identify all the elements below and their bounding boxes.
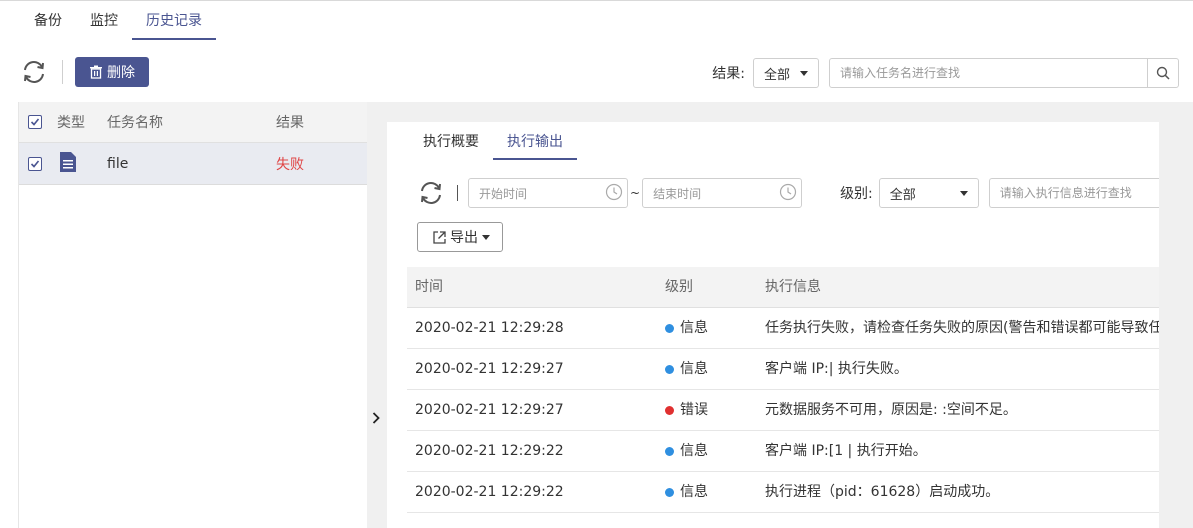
header-level: 级别 [665,279,693,295]
table-row: 2020-02-21 12:29:22 信息 客户端 IP:[1 | 执行开始。 [407,431,1159,472]
start-time-field[interactable]: 开始时间 [468,178,628,208]
log-table-header: 时间 级别 执行信息 [407,267,1159,308]
export-icon [432,230,447,245]
tab-summary[interactable]: 执行概要 [409,122,493,160]
log-table: 时间 级别 执行信息 2020-02-21 12:29:28 信息 任务执行失败… [407,267,1159,513]
result-filter-label: 结果: [712,66,745,82]
range-separator: ~ [630,186,641,200]
tab-history[interactable]: 历史记录 [132,0,216,40]
info-dot-icon [665,488,674,497]
log-level-text: 信息 [680,320,708,336]
main-tabs: 备份 监控 历史记录 [20,0,216,40]
log-message: 客户端 IP:| 执行失败。 [765,361,908,377]
error-dot-icon [665,406,674,415]
header-result: 结果 [276,115,304,131]
task-filter: 结果: 全部 [712,58,1179,88]
chevron-down-icon [482,234,490,240]
end-time-field[interactable]: 结束时间 [642,178,803,208]
task-list-panel: 类型 任务名称 结果 file 失败 [18,102,367,528]
toolbar-divider [62,60,63,84]
info-dot-icon [665,365,674,374]
level-select[interactable]: 全部 [878,178,979,208]
file-icon [59,151,77,177]
select-all-checkbox[interactable] [28,115,42,129]
detail-card: 执行概要 执行输出 开始时间 ~ 结束时间 级别: 全部 请输入执行信息进行查找… [387,122,1159,528]
header-type: 类型 [57,115,85,131]
log-time: 2020-02-21 12:29:27 [415,402,564,418]
trash-icon [89,65,103,79]
toolbar: 删除 [20,56,149,88]
log-message: 任务执行失败，请检查任务失败的原因(警告和错误都可能导致任 [765,320,1159,336]
table-row: 2020-02-21 12:29:28 信息 任务执行失败，请检查任务失败的原因… [407,308,1159,349]
detail-area: 执行概要 执行输出 开始时间 ~ 结束时间 级别: 全部 请输入执行信息进行查找… [367,102,1193,528]
log-time: 2020-02-21 12:29:22 [415,443,564,459]
log-message: 执行进程（pid：61628）启动成功。 [765,484,1000,500]
log-level: 错误 [665,390,708,431]
log-message: 元数据服务不可用，原因是: :空间不足。 [765,402,1017,418]
chevron-right-icon[interactable] [369,408,383,428]
detail-tabs: 执行概要 执行输出 [409,122,577,160]
log-level: 信息 [665,349,708,390]
result-select[interactable]: 全部 [753,58,819,88]
level-filter-label: 级别: [840,186,873,202]
clock-icon [605,183,623,204]
log-level: 信息 [665,431,708,472]
toolbar-divider [457,185,458,201]
end-time-placeholder: 结束时间 [653,186,702,201]
header-message: 执行信息 [765,279,821,295]
search-icon[interactable] [1147,59,1178,87]
task-search-input[interactable] [830,59,1148,87]
clock-icon [779,183,797,204]
log-time: 2020-02-21 12:29:27 [415,361,564,377]
log-level: 信息 [665,472,708,513]
refresh-icon[interactable] [417,179,445,207]
log-level-text: 信息 [680,443,708,459]
export-label: 导出 [450,230,478,246]
info-dot-icon [665,447,674,456]
delete-label: 删除 [107,65,135,81]
tab-backup[interactable]: 备份 [20,0,76,40]
chevron-down-icon [800,70,808,76]
tab-output[interactable]: 执行输出 [493,122,577,160]
result-select-value: 全部 [764,67,791,83]
tab-monitor[interactable]: 监控 [76,0,132,40]
table-row: 2020-02-21 12:29:27 错误 元数据服务不可用，原因是: :空间… [407,390,1159,431]
export-button[interactable]: 导出 [417,222,503,252]
task-table-header: 类型 任务名称 结果 [19,102,367,143]
status-badge: 失败 [276,156,304,173]
table-row: 2020-02-21 12:29:27 信息 客户端 IP:| 执行失败。 [407,349,1159,390]
info-dot-icon [665,324,674,333]
delete-button[interactable]: 删除 [75,57,149,87]
log-search [988,178,1159,208]
task-search [829,58,1179,88]
log-level-text: 错误 [680,402,708,418]
chevron-down-icon [959,190,968,196]
level-select-value: 全部 [889,187,916,203]
log-time: 2020-02-21 12:29:22 [415,484,564,500]
table-row[interactable]: file 失败 [19,143,367,185]
refresh-icon[interactable] [20,58,48,86]
log-message: 客户端 IP:[1 | 执行开始。 [765,443,927,459]
log-search-input[interactable] [989,179,1159,207]
row-checkbox[interactable] [28,156,42,171]
output-toolbar: 开始时间 ~ 结束时间 级别: 全部 [417,178,1159,208]
log-level-text: 信息 [680,484,708,500]
table-row: 2020-02-21 12:29:22 信息 执行进程（pid：61628）启动… [407,472,1159,513]
log-time: 2020-02-21 12:29:28 [415,320,564,336]
log-level: 信息 [665,308,708,349]
log-level-text: 信息 [680,361,708,377]
header-task-name: 任务名称 [107,115,163,131]
start-time-placeholder: 开始时间 [479,186,528,201]
task-name: file [107,155,129,172]
header-time: 时间 [415,279,443,295]
